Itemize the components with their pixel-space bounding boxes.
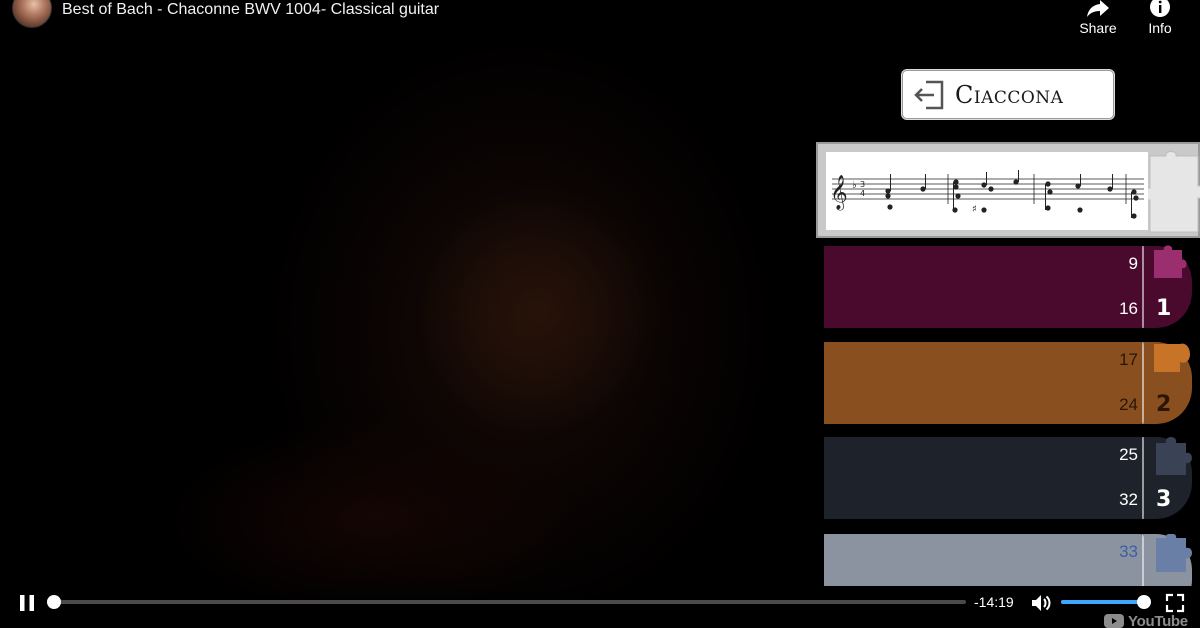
volume-knob[interactable] bbox=[1137, 595, 1152, 609]
variation-card-1[interactable]: 9 16 1 bbox=[824, 244, 1200, 328]
volume-icon bbox=[1032, 595, 1051, 611]
svg-text:♯: ♯ bbox=[972, 204, 977, 215]
video-highlight bbox=[420, 180, 660, 440]
share-icon bbox=[1086, 0, 1110, 18]
pause-icon bbox=[20, 595, 34, 611]
puzzle-piece-icon bbox=[1150, 244, 1194, 288]
top-bar: Best of Bach - Chaconne BWV 1004- Classi… bbox=[0, 0, 1200, 44]
puzzle-piece-icon bbox=[1150, 435, 1194, 479]
share-label: Share bbox=[1079, 20, 1117, 36]
channel-avatar[interactable] bbox=[12, 0, 52, 28]
variation-separator bbox=[1142, 342, 1144, 424]
music-score: 𝄞 ♭ 3 4 ♯ bbox=[826, 152, 1148, 230]
variation-number: 1 bbox=[1156, 296, 1172, 321]
variation-bar bbox=[824, 342, 1144, 424]
variation-end-measure: 16 bbox=[1119, 299, 1138, 318]
variation-bar bbox=[824, 534, 1144, 586]
variation-bar bbox=[824, 437, 1144, 519]
info-button[interactable]: Info bbox=[1130, 0, 1190, 40]
youtube-logo-text: YouTube bbox=[1128, 612, 1188, 628]
variation-bar bbox=[824, 246, 1144, 328]
puzzle-piece-icon bbox=[1145, 148, 1200, 234]
ciaccona-back-button[interactable]: Ciaccona bbox=[902, 70, 1114, 119]
svg-text:♭: ♭ bbox=[852, 180, 857, 191]
score-excerpt-card[interactable]: 𝄞 ♭ 3 4 ♯ bbox=[816, 142, 1200, 238]
time-remaining: -14:19 bbox=[974, 594, 1014, 610]
variation-card-2[interactable]: 17 24 2 bbox=[824, 342, 1200, 424]
puzzle-piece-icon bbox=[1150, 534, 1194, 576]
ciaccona-label: Ciaccona bbox=[955, 80, 1064, 109]
svg-text:𝄞: 𝄞 bbox=[830, 175, 848, 211]
player-controls: -14:19 YouTube bbox=[0, 586, 1200, 628]
variation-card-3[interactable]: 25 32 3 bbox=[824, 437, 1200, 519]
variation-separator bbox=[1142, 534, 1144, 586]
variation-end-measure: 32 bbox=[1119, 490, 1138, 509]
fullscreen-button[interactable] bbox=[1164, 592, 1186, 614]
share-button[interactable]: Share bbox=[1068, 0, 1128, 40]
progress-bar[interactable] bbox=[46, 595, 966, 609]
variation-start-measure: 17 bbox=[1119, 350, 1138, 369]
variation-end-measure: 24 bbox=[1119, 395, 1138, 414]
puzzle-piece-icon bbox=[1150, 340, 1194, 384]
variation-start-measure: 33 bbox=[1119, 542, 1138, 561]
youtube-play-icon bbox=[1104, 614, 1124, 628]
pause-button[interactable] bbox=[16, 592, 38, 614]
volume-slider[interactable] bbox=[1061, 595, 1152, 609]
variation-number: 3 bbox=[1156, 487, 1172, 512]
video-title[interactable]: Best of Bach - Chaconne BWV 1004- Classi… bbox=[62, 1, 439, 19]
variation-separator bbox=[1142, 246, 1144, 328]
variation-number: 2 bbox=[1156, 392, 1172, 417]
exit-icon bbox=[903, 71, 955, 118]
volume-level bbox=[1061, 600, 1145, 604]
variation-start-measure: 9 bbox=[1128, 254, 1138, 273]
variation-card-4[interactable]: 33 bbox=[824, 534, 1200, 586]
svg-text:4: 4 bbox=[860, 189, 865, 198]
svg-text:3: 3 bbox=[860, 180, 865, 189]
variation-separator bbox=[1142, 437, 1144, 519]
volume-button[interactable] bbox=[1030, 592, 1052, 614]
info-label: Info bbox=[1148, 20, 1172, 36]
youtube-logo[interactable]: YouTube bbox=[1104, 612, 1188, 628]
progress-scrubber[interactable] bbox=[46, 595, 61, 609]
fullscreen-icon bbox=[1165, 593, 1185, 613]
info-icon bbox=[1149, 0, 1171, 18]
variation-start-measure: 25 bbox=[1119, 445, 1138, 464]
